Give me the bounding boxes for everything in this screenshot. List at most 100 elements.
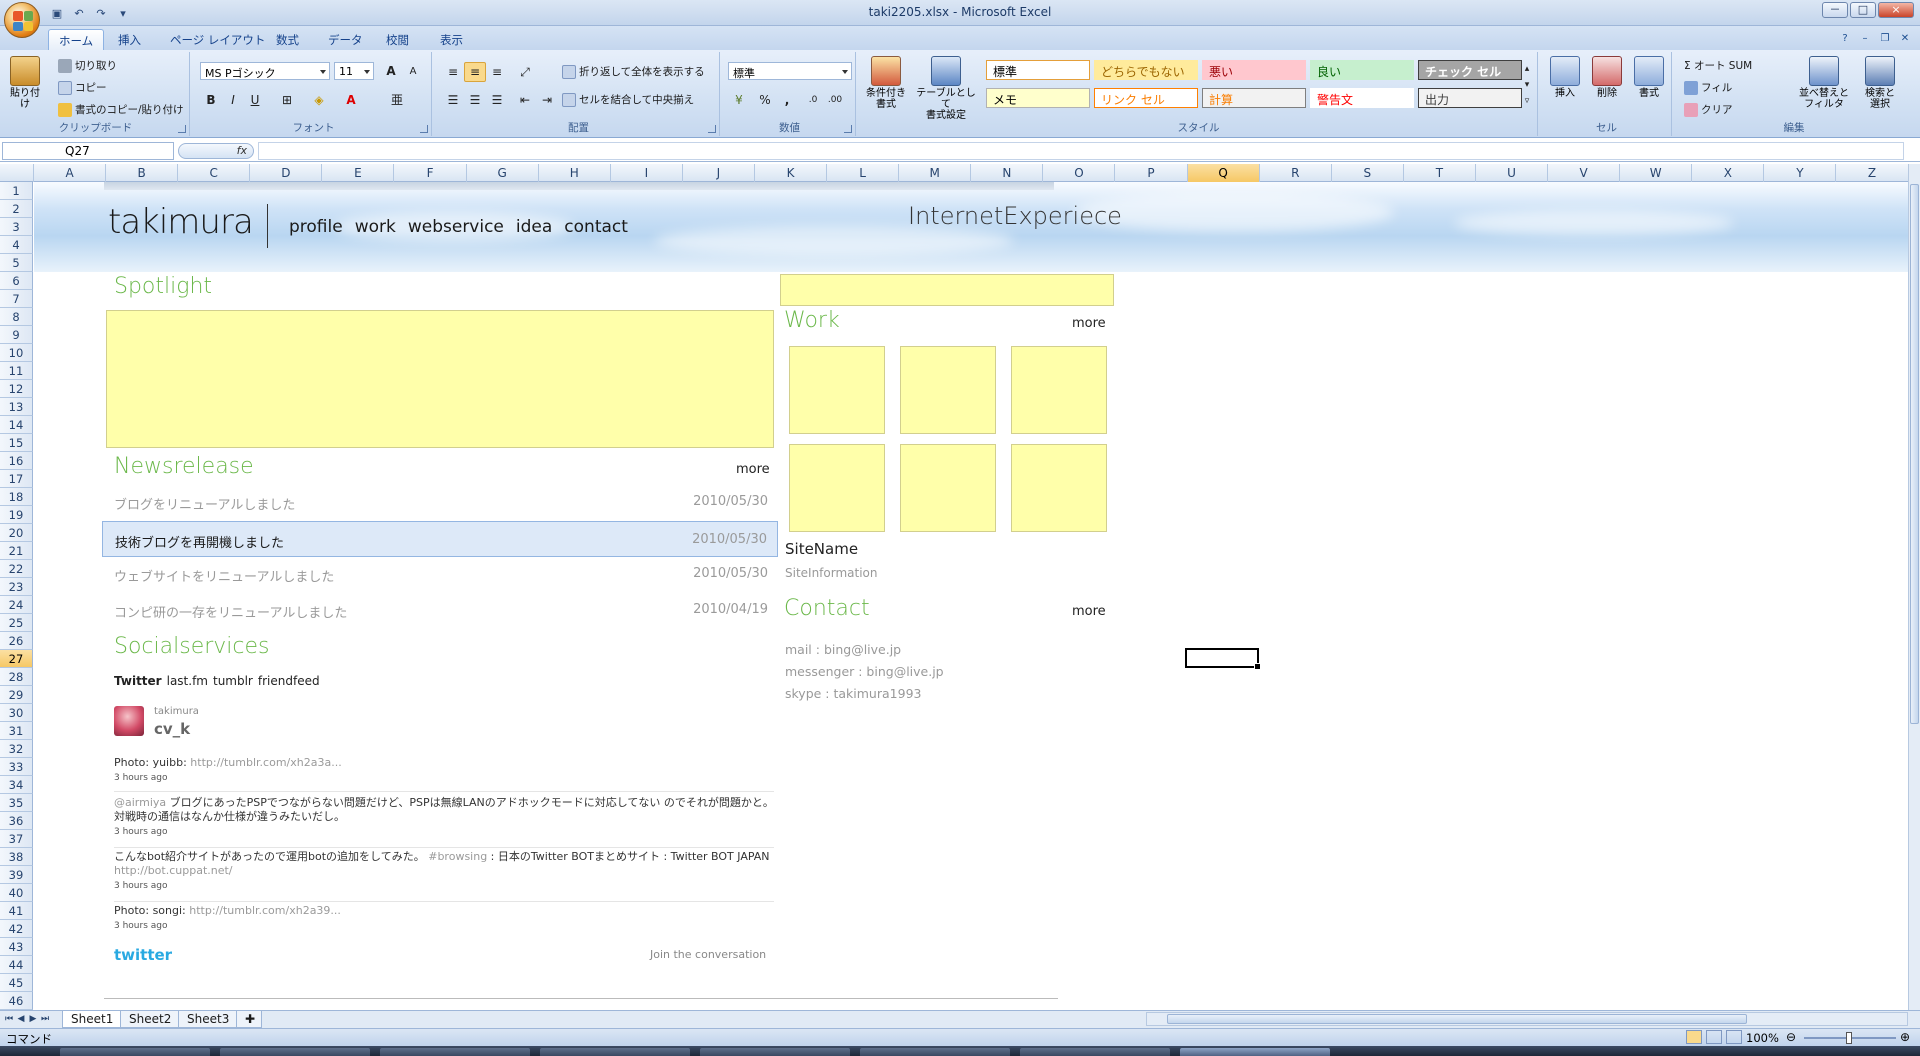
first-sheet-icon[interactable]: ⏮ (4, 1014, 14, 1026)
zoom-slider-thumb[interactable] (1846, 1032, 1852, 1044)
tweet-hashtag[interactable]: #browsing (425, 850, 487, 863)
column-header-b[interactable]: B (106, 164, 179, 182)
find-select-button[interactable]: 検索と 選択 (1856, 56, 1904, 110)
spotlight-box[interactable] (106, 310, 774, 448)
row-header-17[interactable]: 17 (0, 470, 33, 488)
align-top-icon[interactable]: ≡ (442, 62, 464, 82)
row-header-42[interactable]: 42 (0, 920, 33, 938)
row-header-1[interactable]: 1 (0, 182, 33, 200)
nav-contact[interactable]: contact (564, 217, 628, 237)
column-header-r[interactable]: R (1260, 164, 1332, 182)
taskbar-item[interactable] (1020, 1048, 1170, 1056)
normal-view-icon[interactable] (1686, 1030, 1702, 1044)
row-header-8[interactable]: 8 (0, 308, 33, 326)
row-header-22[interactable]: 22 (0, 560, 33, 578)
column-header-o[interactable]: O (1043, 164, 1116, 182)
percent-button[interactable]: % (754, 90, 776, 110)
row-header-18[interactable]: 18 (0, 488, 33, 506)
format-painter-button[interactable]: 書式のコピー/貼り付け (58, 102, 184, 117)
row-header-37[interactable]: 37 (0, 830, 33, 848)
nav-webservice[interactable]: webservice (408, 217, 504, 237)
sort-filter-button[interactable]: 並べ替えと フィルタ (1796, 56, 1852, 110)
font-name-combo[interactable]: MS Pゴシック (200, 62, 330, 80)
phonetic-icon[interactable]: 亜 (386, 90, 408, 110)
vertical-scrollbar[interactable] (1908, 164, 1920, 1010)
row-header-36[interactable]: 36 (0, 812, 33, 830)
column-header-p[interactable]: P (1116, 164, 1188, 182)
row-header-33[interactable]: 33 (0, 758, 33, 776)
taskbar-item[interactable] (220, 1048, 370, 1056)
taskbar-item[interactable] (60, 1048, 210, 1056)
row-header-43[interactable]: 43 (0, 938, 33, 956)
row-header-39[interactable]: 39 (0, 866, 33, 884)
insert-button[interactable]: 挿入 (1546, 56, 1584, 99)
restore-icon[interactable]: ❐ (1878, 32, 1892, 46)
column-header-s[interactable]: S (1332, 164, 1404, 182)
insert-sheet-icon[interactable]: ✚ (236, 1011, 262, 1028)
row-header-31[interactable]: 31 (0, 722, 33, 740)
column-header-c[interactable]: C (178, 164, 251, 182)
tab-formulas[interactable]: 数式 (266, 29, 309, 50)
row-header-20[interactable]: 20 (0, 524, 33, 542)
select-all-corner[interactable] (0, 164, 34, 182)
vertical-scroll-thumb[interactable] (1910, 184, 1919, 724)
shrink-font-button[interactable]: A (402, 61, 424, 81)
font-color-button[interactable]: A (340, 90, 362, 110)
style-note[interactable]: メモ (986, 88, 1090, 108)
next-sheet-icon[interactable]: ▶ (28, 1014, 38, 1026)
column-header-y[interactable]: Y (1764, 164, 1837, 182)
prev-sheet-icon[interactable]: ◀ (16, 1014, 26, 1026)
row-header-35[interactable]: 35 (0, 794, 33, 812)
style-good[interactable]: 良い (1310, 60, 1414, 80)
row-header-5[interactable]: 5 (0, 254, 33, 272)
tweet-link[interactable]: http://tumblr.com/xh2a3a... (190, 756, 341, 769)
row-header-28[interactable]: 28 (0, 668, 33, 686)
row-header-44[interactable]: 44 (0, 956, 33, 974)
column-header-t[interactable]: T (1404, 164, 1476, 182)
column-header-z[interactable]: Z (1837, 164, 1909, 182)
social-tab-lastfm[interactable]: last.fm (167, 674, 208, 688)
active-cell-q27[interactable] (1185, 648, 1261, 670)
column-header-u[interactable]: U (1476, 164, 1549, 182)
column-header-q[interactable]: Q (1187, 164, 1260, 182)
insert-function-button[interactable]: fx (178, 143, 254, 159)
column-header-x[interactable]: X (1692, 164, 1765, 182)
conditional-format-button[interactable]: 条件付き 書式 (864, 56, 908, 110)
row-header-25[interactable]: 25 (0, 614, 33, 632)
underline-button[interactable]: U (244, 90, 266, 110)
column-header-l[interactable]: L (827, 164, 900, 182)
column-header-f[interactable]: F (395, 164, 467, 182)
row-header-30[interactable]: 30 (0, 704, 33, 722)
work-thumbnail[interactable] (1011, 346, 1107, 434)
align-right-icon[interactable]: ☰ (486, 90, 508, 110)
work-thumbnail[interactable] (900, 444, 996, 532)
row-header-9[interactable]: 9 (0, 326, 33, 344)
tab-page-layout[interactable]: ページ レイアウト (160, 29, 275, 50)
row-header-4[interactable]: 4 (0, 236, 33, 254)
twitter-user-name[interactable]: cv_k (154, 720, 190, 738)
column-header-w[interactable]: W (1620, 164, 1693, 182)
fill-color-icon[interactable]: ◈ (308, 90, 330, 110)
row-header-12[interactable]: 12 (0, 380, 33, 398)
social-tab-friendfeed[interactable]: friendfeed (258, 674, 320, 688)
row-header-40[interactable]: 40 (0, 884, 33, 902)
page-break-view-icon[interactable] (1726, 1030, 1742, 1044)
formula-input[interactable] (258, 142, 1904, 160)
taskbar-item[interactable] (860, 1048, 1010, 1056)
row-header-27[interactable]: 27 (0, 650, 33, 668)
row-header-16[interactable]: 16 (0, 452, 33, 470)
row-header-11[interactable]: 11 (0, 362, 33, 380)
styles-scroll-icon[interactable]: ▴ ▾ ▿ (1520, 60, 1534, 114)
style-calculation[interactable]: 計算 (1202, 88, 1306, 108)
work-thumbnail[interactable] (789, 346, 885, 434)
zoom-out-icon[interactable]: ⊖ (1786, 1030, 1796, 1044)
taskbar-item[interactable] (700, 1048, 850, 1056)
style-bad[interactable]: 悪い (1202, 60, 1306, 80)
worksheet-area[interactable]: takimura profile work webservice idea co… (34, 182, 1910, 1010)
style-check-cell[interactable]: チェック セル (1418, 60, 1522, 80)
italic-button[interactable]: I (222, 90, 244, 110)
style-output[interactable]: 出力 (1418, 88, 1522, 108)
merge-center-button[interactable]: セルを結合して中央揃え (562, 92, 694, 107)
clipboard-launcher-icon[interactable] (178, 125, 186, 133)
contact-more-link[interactable]: more (1072, 604, 1106, 619)
